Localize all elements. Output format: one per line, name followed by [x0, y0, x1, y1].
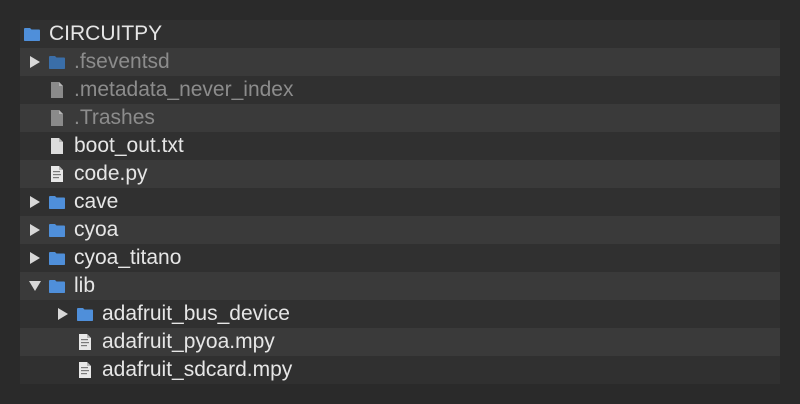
tree-item-label: lib [74, 274, 96, 297]
tree-item-label: code.py [74, 162, 148, 185]
expand-arrow-icon[interactable] [28, 251, 42, 265]
tree-item[interactable]: code.py [20, 160, 780, 188]
tree-item-label: cave [74, 190, 119, 213]
expand-arrow-icon[interactable] [28, 195, 42, 209]
file-icon [48, 81, 66, 99]
file-icon [48, 137, 66, 155]
folder-icon [48, 221, 66, 239]
tree-item[interactable]: adafruit_sdcard.mpy [20, 356, 780, 384]
folder-icon [23, 25, 41, 43]
tree-item[interactable]: cyoa_titano [20, 244, 780, 272]
file-icon [48, 109, 66, 127]
tree-item-label: cyoa [74, 218, 119, 241]
tree-item[interactable]: adafruit_bus_device [20, 300, 780, 328]
tree-item[interactable]: CIRCUITPY [20, 20, 780, 48]
tree-item[interactable]: cyoa [20, 216, 780, 244]
expand-arrow-icon[interactable] [28, 223, 42, 237]
tree-item[interactable]: lib [20, 272, 780, 300]
code-file-icon [76, 333, 94, 351]
tree-item[interactable]: boot_out.txt [20, 132, 780, 160]
code-file-icon [48, 165, 66, 183]
toggle-placeholder [28, 167, 42, 181]
expand-arrow-icon[interactable] [56, 307, 70, 321]
expand-arrow-icon[interactable] [28, 55, 42, 69]
folder-icon [48, 193, 66, 211]
tree-item-label: adafruit_sdcard.mpy [102, 358, 293, 381]
tree-item-label: adafruit_pyoa.mpy [102, 330, 275, 353]
tree-item[interactable]: adafruit_pyoa.mpy [20, 328, 780, 356]
folder-icon [48, 277, 66, 295]
tree-item-label: adafruit_bus_device [102, 302, 290, 325]
tree-item-label: CIRCUITPY [49, 22, 163, 45]
code-file-icon [76, 361, 94, 379]
tree-item-label: .fseventsd [74, 50, 170, 73]
tree-item[interactable]: .fseventsd [20, 48, 780, 76]
tree-item-label: cyoa_titano [74, 246, 182, 269]
tree-item[interactable]: cave [20, 188, 780, 216]
toggle-placeholder [56, 335, 70, 349]
toggle-placeholder [28, 111, 42, 125]
toggle-placeholder [28, 83, 42, 97]
file-tree: CIRCUITPY .fseventsd .metadata_never_index… [20, 20, 780, 384]
folder-icon [48, 249, 66, 267]
toggle-placeholder [56, 363, 70, 377]
tree-item-label: .metadata_never_index [74, 78, 294, 101]
toggle-placeholder [28, 139, 42, 153]
tree-item[interactable]: .metadata_never_index [20, 76, 780, 104]
folder-icon [76, 305, 94, 323]
collapse-arrow-icon[interactable] [28, 279, 42, 293]
tree-item-label: .Trashes [74, 106, 155, 129]
tree-item[interactable]: .Trashes [20, 104, 780, 132]
tree-item-label: boot_out.txt [74, 134, 184, 157]
folder-icon [48, 53, 66, 71]
